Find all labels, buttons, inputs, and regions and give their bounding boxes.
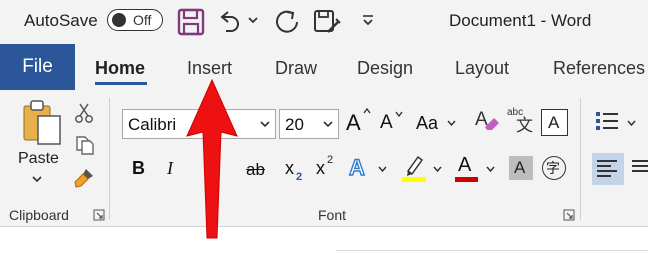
align-left-button[interactable] bbox=[592, 153, 624, 185]
title-bar: AutoSave Off Document1 - Word bbox=[0, 0, 648, 44]
subscript-index: 2 bbox=[296, 171, 303, 183]
paste-icon[interactable] bbox=[20, 98, 66, 148]
tab-insert[interactable]: Insert bbox=[187, 58, 232, 79]
group-separator bbox=[580, 98, 581, 220]
character-border-label: A bbox=[548, 113, 560, 132]
svg-text:文: 文 bbox=[516, 116, 533, 134]
font-size-combo[interactable]: 20 bbox=[279, 109, 339, 139]
customize-toolbar-icon[interactable] bbox=[360, 13, 376, 29]
toggle-knob bbox=[112, 13, 126, 27]
autosave-state: Off bbox=[133, 12, 152, 28]
group-separator bbox=[109, 98, 110, 220]
cut-icon[interactable] bbox=[74, 102, 94, 124]
document-canvas[interactable] bbox=[0, 228, 648, 253]
align-center-icon[interactable] bbox=[632, 159, 648, 181]
undo-dropdown-chevron-icon[interactable] bbox=[246, 13, 260, 27]
enclose-characters-label: 字 bbox=[546, 161, 560, 177]
ribbon-tab-bar: File Home Insert Draw Design Layout Refe… bbox=[0, 44, 648, 92]
autosave-toggle[interactable]: Off bbox=[107, 9, 163, 31]
highlighter-icon[interactable] bbox=[400, 153, 428, 183]
font-dialog-launcher-icon[interactable] bbox=[563, 209, 575, 221]
tab-draw[interactable]: Draw bbox=[275, 58, 317, 79]
page-edge bbox=[336, 250, 648, 251]
character-shading-button[interactable]: A bbox=[509, 156, 533, 180]
superscript-index: 2 bbox=[327, 154, 334, 166]
copy-icon[interactable] bbox=[74, 134, 96, 156]
clipboard-group-label: Clipboard bbox=[9, 207, 69, 223]
chevron-down-icon[interactable] bbox=[432, 165, 443, 174]
bold-button[interactable]: B bbox=[132, 158, 145, 179]
paste-dropdown-chevron-icon[interactable] bbox=[31, 174, 43, 184]
paste-label[interactable]: Paste bbox=[18, 150, 59, 168]
chevron-down-icon[interactable] bbox=[446, 119, 457, 128]
chevron-down-icon[interactable] bbox=[626, 119, 637, 128]
caret-down-icon bbox=[395, 111, 403, 118]
document-title: Document1 - Word bbox=[449, 11, 592, 30]
italic-button[interactable]: I bbox=[167, 158, 173, 179]
font-name-value: Calibri bbox=[128, 115, 177, 134]
subscript-button[interactable]: x bbox=[285, 158, 294, 179]
chevron-down-icon[interactable] bbox=[377, 165, 388, 174]
superscript-button[interactable]: x bbox=[316, 158, 325, 179]
chevron-down-icon bbox=[323, 121, 333, 128]
chevron-down-icon[interactable] bbox=[485, 165, 496, 174]
undo-icon[interactable] bbox=[216, 7, 246, 37]
tab-file-label: File bbox=[22, 56, 53, 77]
grow-font-button[interactable]: A bbox=[346, 110, 361, 136]
save-icon[interactable] bbox=[176, 7, 206, 37]
character-shading-label: A bbox=[514, 158, 526, 177]
font-color-bar bbox=[455, 177, 478, 182]
enclose-characters-button[interactable]: 字 bbox=[542, 156, 566, 180]
change-case-button[interactable]: Aa bbox=[416, 113, 438, 134]
format-painter-icon[interactable] bbox=[72, 166, 96, 190]
chevron-down-icon bbox=[260, 121, 270, 128]
touch-mode-icon[interactable] bbox=[312, 7, 342, 37]
ribbon: Paste Clipboard Calibri 20 A A Aa A abc … bbox=[0, 92, 648, 227]
clipboard-dialog-launcher-icon[interactable] bbox=[93, 209, 105, 221]
align-left-icon bbox=[597, 160, 617, 177]
active-tab-indicator bbox=[95, 82, 147, 85]
autosave-label: AutoSave bbox=[24, 11, 98, 30]
phonetic-guide-icon[interactable]: abc 文 bbox=[506, 104, 536, 134]
clear-formatting-icon[interactable]: A bbox=[472, 105, 502, 135]
font-group-label: Font bbox=[318, 207, 347, 223]
tab-file[interactable]: File bbox=[0, 44, 75, 90]
tab-references[interactable]: References bbox=[553, 58, 645, 79]
font-name-combo[interactable]: Calibri bbox=[122, 109, 276, 139]
font-size-value: 20 bbox=[285, 115, 304, 134]
caret-up-icon bbox=[363, 107, 371, 114]
text-effects-button[interactable]: A bbox=[348, 154, 365, 181]
shrink-font-button[interactable]: A bbox=[380, 112, 393, 134]
tab-home[interactable]: Home bbox=[95, 58, 145, 79]
redo-icon[interactable] bbox=[272, 7, 302, 37]
tab-design[interactable]: Design bbox=[357, 58, 413, 79]
strikethrough-button[interactable]: ab bbox=[246, 160, 265, 180]
tab-layout[interactable]: Layout bbox=[455, 58, 509, 79]
bullets-icon[interactable] bbox=[595, 110, 619, 132]
font-color-button[interactable]: A bbox=[458, 154, 471, 177]
character-border-button[interactable]: A bbox=[541, 109, 568, 136]
